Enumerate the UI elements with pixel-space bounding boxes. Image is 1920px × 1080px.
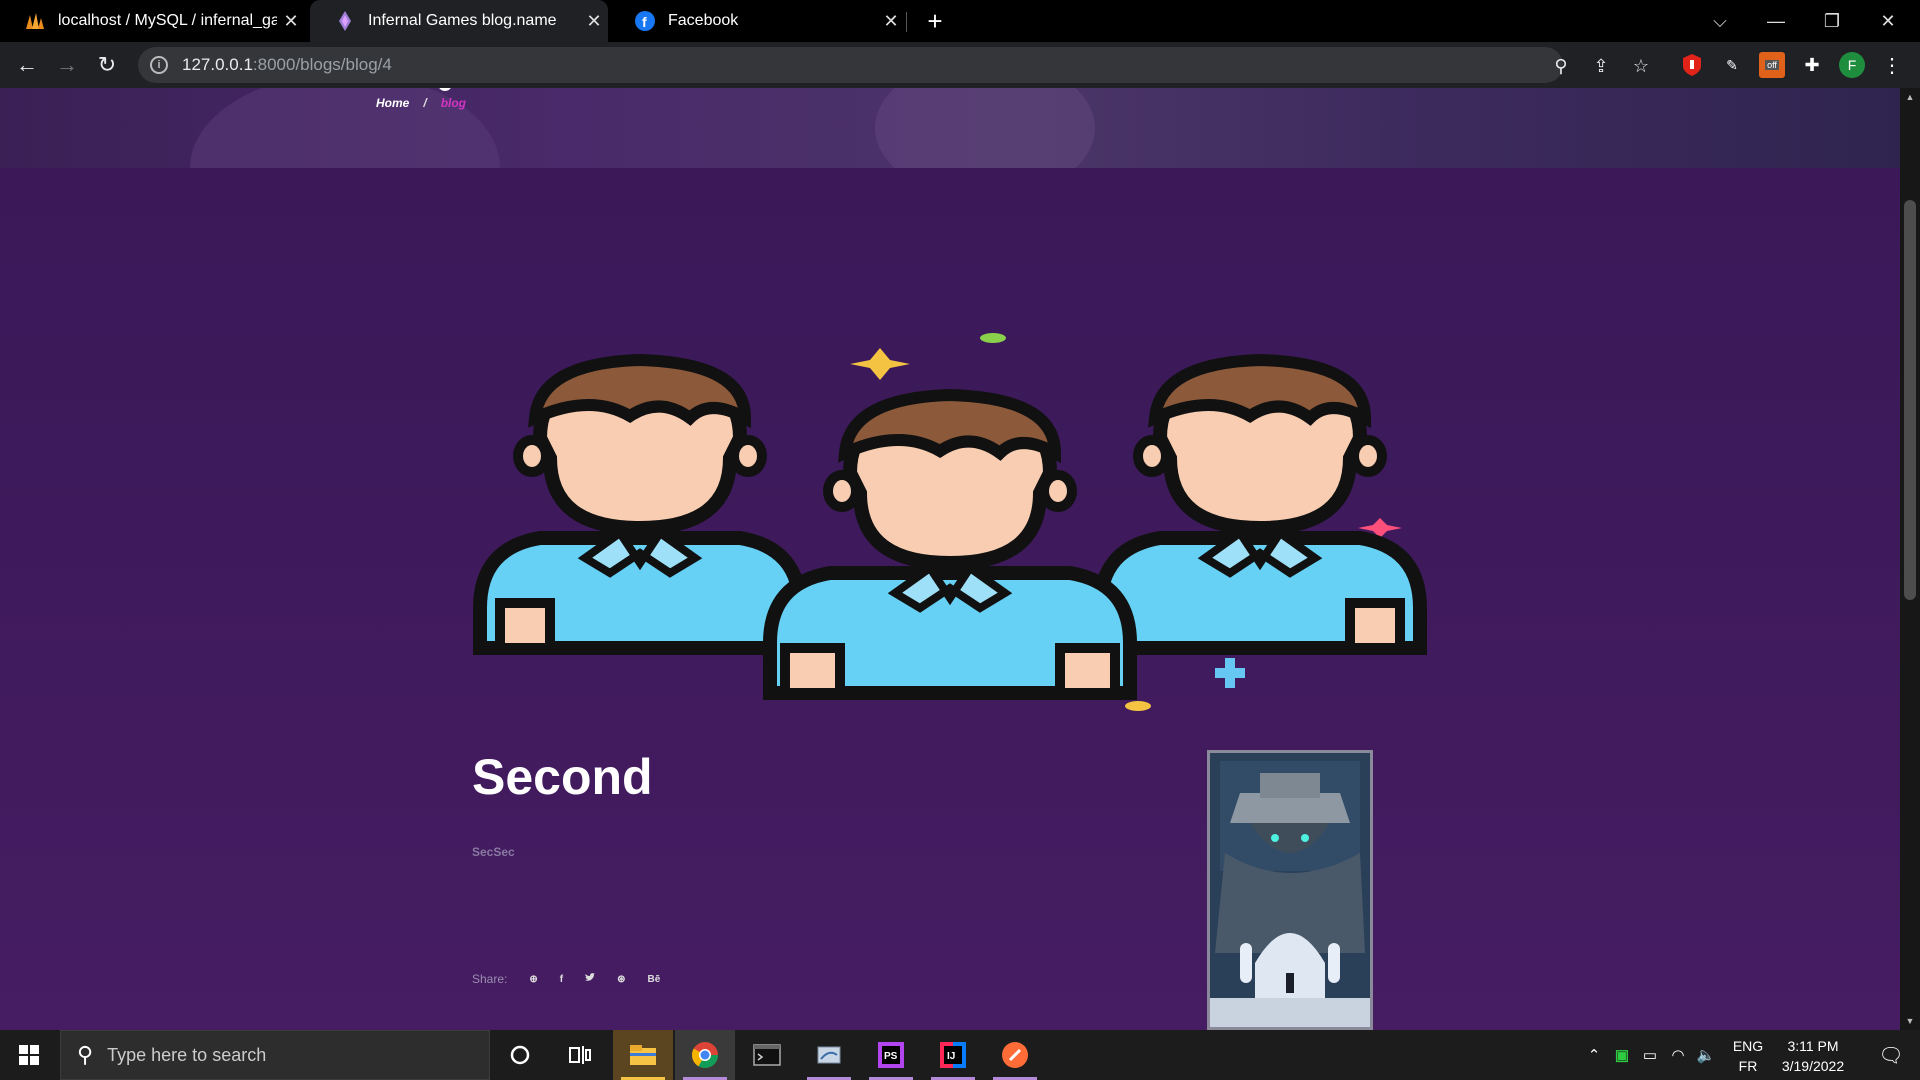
breadcrumb: Home / blog (376, 96, 466, 110)
extension-off-label: off (1765, 60, 1779, 70)
taskbar-search-box[interactable]: ⚲ Type here to search (60, 1030, 490, 1080)
intellij-icon[interactable]: IJ (923, 1030, 983, 1080)
cortana-icon[interactable] (490, 1030, 550, 1080)
behance-icon[interactable]: Bē (647, 974, 660, 985)
share-label: Share: (472, 972, 508, 986)
forward-button[interactable]: → (52, 50, 82, 80)
restore-button[interactable]: ❐ (1804, 0, 1860, 42)
task-view-icon[interactable] (550, 1030, 610, 1080)
extensions-puzzle-icon[interactable]: ✚ (1799, 52, 1825, 78)
bookmark-star-icon[interactable]: ☆ (1631, 56, 1651, 76)
address-bar[interactable]: i 127.0.0.1:8000/blogs/blog/4 ⚲ ⇪ ☆ (138, 47, 1649, 83)
banner-decoration (190, 88, 1095, 168)
person-center (763, 388, 1137, 700)
file-explorer-icon[interactable] (613, 1030, 673, 1080)
url-host: 127.0.0.1 (182, 55, 253, 74)
post-excerpt: SecSec (472, 845, 515, 859)
scrollbar-thumb[interactable] (1904, 200, 1916, 600)
reload-button[interactable]: ↻ (92, 50, 122, 80)
clock-time: 3:11 PM (1787, 1038, 1839, 1054)
facebook-icon[interactable]: f (560, 974, 563, 985)
tab-title: Infernal Games blog.name (368, 12, 557, 29)
tray-app-icon[interactable]: ▣ (1608, 1046, 1636, 1064)
windows-logo-icon (19, 1045, 39, 1065)
mysql-workbench-icon[interactable] (799, 1030, 859, 1080)
adblock-extension-icon[interactable] (1679, 52, 1705, 78)
page-viewport: Home / blog Second SecSec Share: ⊕ f ⊛ B… (0, 88, 1900, 1030)
robot-artwork (1210, 753, 1370, 1027)
browser-tab-strip: localhost / MySQL / infernal_gam ✕ Infer… (0, 0, 1920, 42)
dot-icon (1125, 701, 1151, 711)
back-button[interactable]: ← (12, 50, 42, 80)
battery-icon[interactable]: ▭ (1636, 1046, 1664, 1064)
plus-icon (1215, 658, 1245, 688)
pen-extension-icon[interactable]: ✎ (1719, 52, 1745, 78)
taskbar-clock[interactable]: 3:11 PM 3/19/2022 (1770, 1036, 1856, 1076)
zoom-icon[interactable]: ⚲ (1551, 56, 1571, 76)
team-users-illustration (473, 333, 1427, 711)
keyboard-layout: FR (1738, 1058, 1758, 1074)
tab-search-icon[interactable]: ⌵ (1692, 0, 1748, 42)
person-right (1093, 353, 1427, 655)
new-tab-button[interactable]: + (920, 6, 950, 36)
input-language-indicator[interactable]: ENG FR (1726, 1036, 1770, 1076)
postman-icon[interactable] (985, 1030, 1045, 1080)
chevron-up-icon[interactable]: ⌃ (1580, 1046, 1608, 1064)
language-code: ENG (1732, 1038, 1764, 1054)
close-tab-icon[interactable]: ✕ (877, 11, 905, 32)
close-tab-icon[interactable]: ✕ (580, 11, 608, 32)
tab-divider (906, 12, 907, 32)
person-left (473, 353, 807, 655)
chrome-icon[interactable] (675, 1030, 735, 1080)
close-tab-icon[interactable]: ✕ (277, 11, 305, 32)
share-icon[interactable]: ⇪ (1591, 56, 1611, 76)
facebook-icon: f (634, 10, 656, 32)
page-header-banner: Home / blog (0, 88, 1900, 168)
breadcrumb-separator: / (423, 96, 427, 110)
breadcrumb-current: blog (440, 96, 467, 110)
cookie-extension-icon[interactable]: off (1759, 52, 1785, 78)
tab-title: Facebook (668, 12, 739, 29)
menu-kebab-icon[interactable]: ⋮ (1879, 52, 1905, 78)
terminal-icon[interactable] (737, 1030, 797, 1080)
svg-text:f: f (642, 14, 647, 30)
tab-facebook[interactable]: f Facebook ✕ (610, 0, 905, 42)
volume-icon[interactable]: 🔈 (1692, 1046, 1720, 1064)
tab-infernal-games[interactable]: Infernal Games blog.name ✕ (310, 0, 608, 42)
side-artwork-image (1207, 750, 1373, 1030)
wifi-icon[interactable]: ◠ (1664, 1046, 1692, 1064)
svg-text:IJ: IJ (947, 1051, 955, 1062)
browser-toolbar: ← → ↻ i 127.0.0.1:8000/blogs/blog/4 ⚲ ⇪ … (0, 42, 1920, 88)
share-bar: Share: ⊕ f ⊛ Bē (472, 972, 660, 986)
site-icon (334, 10, 356, 32)
svg-text:PS: PS (884, 1051, 898, 1062)
site-info-icon[interactable]: i (150, 56, 168, 74)
breadcrumb-home-link[interactable]: Home (376, 96, 409, 110)
tab-title: localhost / MySQL / infernal_gam (58, 12, 277, 29)
url-path: :8000/blogs/blog/4 (252, 55, 392, 74)
tab-phpmyadmin[interactable]: localhost / MySQL / infernal_gam ✕ (0, 0, 305, 42)
phpstorm-icon[interactable]: PS (861, 1030, 921, 1080)
close-window-button[interactable]: ✕ (1860, 0, 1916, 42)
dribbble-icon[interactable]: ⊕ (529, 974, 537, 985)
sparkle-icon (850, 348, 910, 380)
system-tray: ⌃ ▣ ▭ ◠ 🔈 (1580, 1030, 1720, 1080)
search-placeholder: Type here to search (107, 1044, 267, 1065)
scroll-up-arrow-icon[interactable]: ▲ (1904, 92, 1916, 102)
dribbble-icon[interactable]: ⊛ (617, 974, 625, 985)
windows-taskbar: ⚲ Type here to search PS IJ ⌃ ▣ ▭ ◠ 🔈 EN… (0, 1030, 1920, 1080)
search-icon: ⚲ (77, 1042, 94, 1067)
minimize-button[interactable]: — (1748, 0, 1804, 42)
scroll-down-arrow-icon[interactable]: ▼ (1904, 1016, 1916, 1026)
clock-date: 3/19/2022 (1781, 1058, 1845, 1074)
post-title: Second (472, 749, 653, 805)
notifications-icon[interactable]: 🗨 (1866, 1030, 1916, 1080)
page-scrollbar[interactable]: ▲ ▼ (1900, 88, 1920, 1030)
twitter-icon[interactable] (585, 973, 596, 985)
phpmyadmin-icon (24, 10, 46, 32)
dot-icon (980, 333, 1006, 343)
profile-avatar[interactable]: F (1839, 52, 1865, 78)
windows-start-button[interactable] (0, 1030, 58, 1080)
profile-initial: F (1847, 57, 1857, 73)
